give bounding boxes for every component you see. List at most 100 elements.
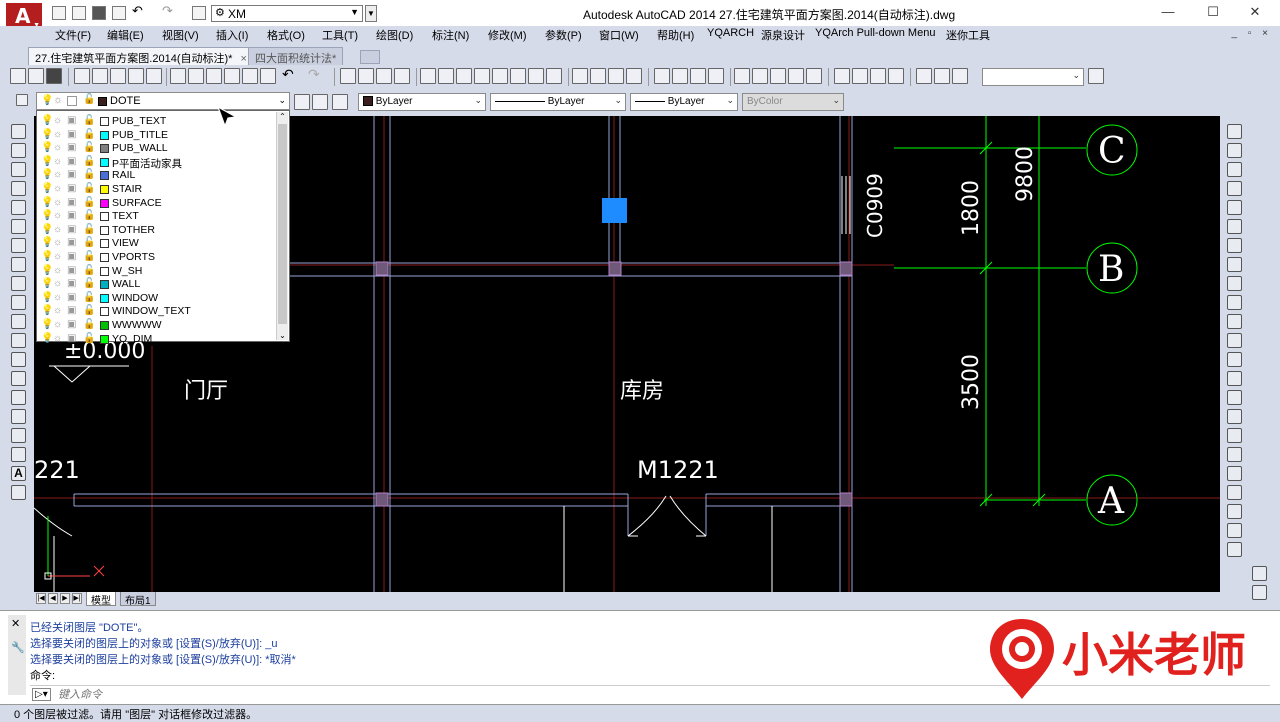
viewport-freeze-icon[interactable]: ▣ [67,333,76,344]
polyline-icon[interactable] [11,162,26,177]
explode-icon[interactable] [1227,447,1242,462]
viewport-freeze-icon[interactable]: ▣ [67,129,76,140]
quick-dimension-icon[interactable] [734,68,750,84]
stretch-icon[interactable] [1227,276,1242,291]
menu-tools[interactable]: 工具(T) [322,27,358,43]
menu-window[interactable]: 窗口(W) [599,27,639,43]
design-center-icon[interactable] [146,68,162,84]
undo-icon[interactable]: ↶ [282,66,298,82]
trim-icon[interactable] [1227,295,1242,310]
lightbulb-icon[interactable]: 💡 [41,211,53,221]
lock-icon[interactable]: 🔓 [83,211,95,221]
lightbulb-icon[interactable]: 💡 [41,238,53,248]
layer-row[interactable]: 💡 ☼ ▣ 🔓 WINDOW [39,292,275,305]
sun-icon[interactable]: ☼ [53,320,62,330]
rotate-icon[interactable] [1227,238,1242,253]
color-select[interactable]: ByLayer ⌄ [358,93,486,111]
circle-icon[interactable] [11,238,26,253]
layer-row[interactable]: 💡 ☼ ▣ 🔓 W_SH [39,265,275,278]
pan-icon[interactable] [340,68,356,84]
polygon-icon[interactable] [11,181,26,196]
ordinate-dimension-icon[interactable] [626,68,642,84]
lightbulb-icon[interactable]: 💡 [41,156,53,167]
lock-icon[interactable]: 🔓 [83,129,95,140]
make-block-icon[interactable] [11,352,26,367]
lock-icon[interactable]: 🔓 [83,197,95,208]
center-mark-icon[interactable] [852,68,868,84]
document-window-controls[interactable]: _ ▫ × [1231,28,1272,39]
ellipse-arc-icon[interactable] [11,314,26,329]
tool-palettes-icon[interactable] [456,68,472,84]
move-icon[interactable] [1227,219,1242,234]
region-icon[interactable] [11,428,26,443]
linetype-select[interactable]: ByLayer ⌄ [490,93,626,111]
calculator-icon[interactable] [510,68,526,84]
layer-match-icon[interactable] [332,94,348,110]
dimension-edit-icon[interactable] [916,68,932,84]
cut-icon[interactable] [170,68,186,84]
plot-icon[interactable] [74,68,90,84]
sun-icon[interactable]: ☼ [53,333,62,344]
layer-select[interactable]: 💡 ☼ 🔓 DOTE ⌄ [36,92,290,110]
dropdown-scrollbar[interactable]: ⌃ ⌄ [276,112,288,340]
undo-icon[interactable]: ↶ [132,3,146,18]
lightbulb-icon[interactable]: 💡 [41,129,53,140]
mirror-icon[interactable] [1227,162,1242,177]
last-layout-icon[interactable]: ▶| [72,593,82,604]
tab-area-statistics[interactable]: 四大面积统计法* [248,47,344,65]
viewport-freeze-icon[interactable]: ▣ [67,252,76,262]
layer-row[interactable]: 💡 ☼ ▣ 🔓 TOTHER [39,224,275,237]
zoom-window-icon[interactable] [376,68,392,84]
gradient-icon[interactable] [11,409,26,424]
layer-row[interactable]: 💡 ☼ ▣ 🔓 PUB_TITLE [39,129,275,142]
sun-icon[interactable]: ☼ [53,170,62,180]
lock-icon[interactable]: 🔓 [83,306,95,316]
lock-icon[interactable]: 🔓 [83,333,95,344]
lock-icon[interactable]: 🔓 [83,224,95,235]
next-layout-icon[interactable]: ▶ [60,593,70,604]
menu-yuanquan[interactable]: 源泉设计 [761,27,805,43]
lightbulb-icon[interactable]: 💡 [41,279,53,289]
lock-icon[interactable]: 🔓 [83,170,95,180]
viewport-freeze-icon[interactable]: ▣ [67,184,76,194]
viewport-freeze-icon[interactable]: ▣ [67,306,76,316]
layer-row[interactable]: 💡 ☼ ▣ 🔓 WWWWW [39,319,275,332]
diameter-dimension-icon[interactable] [690,68,706,84]
close-icon[interactable]: × [240,53,246,65]
menu-draw[interactable]: 绘图(D) [376,27,413,43]
viewport-freeze-icon[interactable]: ▣ [67,116,76,126]
lock-icon[interactable]: 🔓 [83,279,95,289]
jogged-dimension-icon[interactable] [672,68,688,84]
lightbulb-icon[interactable]: 💡 [41,116,53,126]
viewport-freeze-icon[interactable]: ▣ [67,265,76,276]
copy-icon[interactable] [188,68,204,84]
lightbulb-icon[interactable]: 💡 [41,333,53,344]
menu-help[interactable]: 帮助(H) [657,27,694,43]
lightbulb-icon[interactable]: 💡 [41,170,53,180]
join-icon[interactable] [1227,371,1242,386]
layer-row[interactable]: 💡 ☼ ▣ 🔓 STAIR [39,183,275,196]
properties-icon[interactable] [420,68,436,84]
print-icon[interactable] [1252,585,1267,600]
publish-icon[interactable] [110,68,126,84]
block-editor-icon[interactable] [260,68,276,84]
lock-icon[interactable]: 🔓 [83,184,95,194]
help-icon[interactable] [546,68,562,84]
lock-icon[interactable]: 🔓 [83,320,95,330]
sun-icon[interactable]: ☼ [53,129,62,140]
design-center-palette-icon[interactable] [438,68,454,84]
close-button[interactable]: ✕ [1245,4,1265,20]
dimension-style-select[interactable]: ⌄ [982,68,1084,86]
open-icon[interactable] [72,6,86,20]
layer-row[interactable]: 💡 ☼ ▣ 🔓 VIEW [39,237,275,250]
menu-file[interactable]: 文件(F) [55,27,91,43]
revision-cloud-icon[interactable] [11,257,26,272]
sun-icon[interactable]: ☼ [53,292,62,303]
erase-icon[interactable] [1227,124,1242,139]
inspection-icon[interactable] [870,68,886,84]
quick-access-customize-button[interactable]: ▼ [365,5,377,22]
new-tab-button[interactable] [360,50,380,64]
plot-preview-icon[interactable] [92,68,108,84]
arc-icon[interactable] [11,219,26,234]
layer-row[interactable]: 💡 ☼ ▣ 🔓 SURFACE [39,197,275,210]
